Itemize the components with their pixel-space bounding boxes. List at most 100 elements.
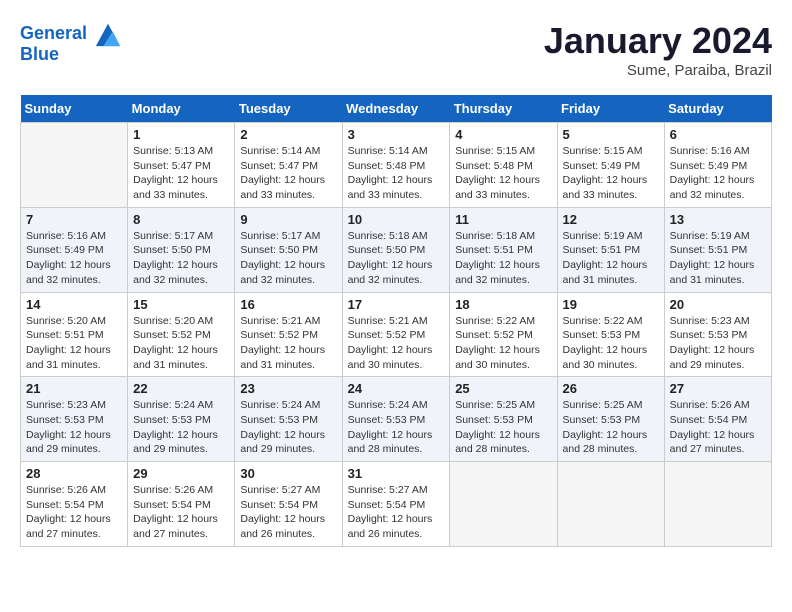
calendar-cell: 19Sunrise: 5:22 AMSunset: 5:53 PMDayligh… — [557, 292, 664, 377]
page-header: General Blue January 2024 Sume, Paraiba,… — [20, 20, 772, 79]
calendar-cell: 17Sunrise: 5:21 AMSunset: 5:52 PMDayligh… — [342, 292, 450, 377]
header-saturday: Saturday — [664, 95, 771, 123]
day-info: Sunrise: 5:21 AMSunset: 5:52 PMDaylight:… — [348, 314, 445, 373]
calendar-cell: 24Sunrise: 5:24 AMSunset: 5:53 PMDayligh… — [342, 377, 450, 462]
day-number: 11 — [455, 212, 551, 227]
calendar-cell — [664, 462, 771, 547]
calendar-cell: 26 Sunrise: 5:25 AMSunset: 5:53 PMDayligh… — [557, 377, 664, 462]
calendar-cell — [557, 462, 664, 547]
day-number: 29 — [133, 466, 229, 481]
calendar-cell: 22 Sunrise: 5:24 AMSunset: 5:53 PMDayligh… — [128, 377, 235, 462]
header-friday: Friday — [557, 95, 664, 123]
day-info: Sunrise: 5:13 AMSunset: 5:47 PMDaylight:… — [133, 144, 229, 203]
calendar-week-row: 1 Sunrise: 5:13 AMSunset: 5:47 PMDaylight… — [21, 123, 772, 208]
day-info: Sunrise: 5:20 AMSunset: 5:52 PMDaylight:… — [133, 314, 229, 373]
day-number: 26 — [563, 381, 659, 396]
calendar-cell: 3 Sunrise: 5:14 AMSunset: 5:48 PMDaylight… — [342, 123, 450, 208]
day-number: 24 — [348, 381, 445, 396]
day-number: 12 — [563, 212, 659, 227]
day-info: Sunrise: 5:15 AMSunset: 5:48 PMDaylight:… — [455, 144, 551, 203]
header-thursday: Thursday — [450, 95, 557, 123]
day-number: 9 — [240, 212, 336, 227]
day-info: Sunrise: 5:24 AMSunset: 5:53 PMDaylight:… — [240, 398, 336, 457]
day-info: Sunrise: 5:17 AMSunset: 5:50 PMDaylight:… — [133, 229, 229, 288]
day-number: 7 — [26, 212, 122, 227]
day-number: 20 — [670, 297, 766, 312]
day-number: 14 — [26, 297, 122, 312]
day-info: Sunrise: 5:22 AMSunset: 5:52 PMDaylight:… — [455, 314, 551, 373]
calendar-cell: 30 Sunrise: 5:27 AMSunset: 5:54 PMDayligh… — [235, 462, 342, 547]
calendar-cell: 27 Sunrise: 5:26 AMSunset: 5:54 PMDayligh… — [664, 377, 771, 462]
calendar-cell: 2Sunrise: 5:14 AMSunset: 5:47 PMDaylight… — [235, 123, 342, 208]
calendar-cell: 8 Sunrise: 5:17 AMSunset: 5:50 PMDaylight… — [128, 207, 235, 292]
header-monday: Monday — [128, 95, 235, 123]
day-number: 15 — [133, 297, 229, 312]
day-info: Sunrise: 5:25 AMSunset: 5:53 PMDaylight:… — [455, 398, 551, 457]
day-info: Sunrise: 5:23 AMSunset: 5:53 PMDaylight:… — [26, 398, 122, 457]
calendar-week-row: 14 Sunrise: 5:20 AMSunset: 5:51 PMDayligh… — [21, 292, 772, 377]
day-number: 8 — [133, 212, 229, 227]
day-number: 21 — [26, 381, 122, 396]
calendar-cell — [450, 462, 557, 547]
day-info: Sunrise: 5:16 AMSunset: 5:49 PMDaylight:… — [26, 229, 122, 288]
calendar-cell — [21, 123, 128, 208]
month-title: January 2024 — [544, 20, 772, 62]
day-number: 31 — [348, 466, 445, 481]
location-subtitle: Sume, Paraiba, Brazil — [544, 62, 772, 79]
calendar-table: SundayMondayTuesdayWednesdayThursdayFrid… — [20, 95, 772, 547]
calendar-cell: 10Sunrise: 5:18 AMSunset: 5:50 PMDayligh… — [342, 207, 450, 292]
day-number: 22 — [133, 381, 229, 396]
day-info: Sunrise: 5:20 AMSunset: 5:51 PMDaylight:… — [26, 314, 122, 373]
day-info: Sunrise: 5:26 AMSunset: 5:54 PMDaylight:… — [670, 398, 766, 457]
calendar-cell: 20 Sunrise: 5:23 AMSunset: 5:53 PMDayligh… — [664, 292, 771, 377]
calendar-cell: 14 Sunrise: 5:20 AMSunset: 5:51 PMDayligh… — [21, 292, 128, 377]
calendar-cell: 13Sunrise: 5:19 AMSunset: 5:51 PMDayligh… — [664, 207, 771, 292]
day-info: Sunrise: 5:27 AMSunset: 5:54 PMDaylight:… — [240, 483, 336, 542]
calendar-cell: 6 Sunrise: 5:16 AMSunset: 5:49 PMDaylight… — [664, 123, 771, 208]
day-info: Sunrise: 5:19 AMSunset: 5:51 PMDaylight:… — [563, 229, 659, 288]
calendar-cell: 12 Sunrise: 5:19 AMSunset: 5:51 PMDayligh… — [557, 207, 664, 292]
day-info: Sunrise: 5:25 AMSunset: 5:53 PMDaylight:… — [563, 398, 659, 457]
calendar-week-row: 21 Sunrise: 5:23 AMSunset: 5:53 PMDayligh… — [21, 377, 772, 462]
calendar-cell: 16Sunrise: 5:21 AMSunset: 5:52 PMDayligh… — [235, 292, 342, 377]
calendar-cell: 9 Sunrise: 5:17 AMSunset: 5:50 PMDaylight… — [235, 207, 342, 292]
day-number: 5 — [563, 127, 659, 142]
day-number: 18 — [455, 297, 551, 312]
day-number: 19 — [563, 297, 659, 312]
day-info: Sunrise: 5:19 AMSunset: 5:51 PMDaylight:… — [670, 229, 766, 288]
calendar-cell: 15 Sunrise: 5:20 AMSunset: 5:52 PMDayligh… — [128, 292, 235, 377]
day-info: Sunrise: 5:24 AMSunset: 5:53 PMDaylight:… — [133, 398, 229, 457]
calendar-cell: 28Sunrise: 5:26 AMSunset: 5:54 PMDayligh… — [21, 462, 128, 547]
day-info: Sunrise: 5:14 AMSunset: 5:47 PMDaylight:… — [240, 144, 336, 203]
calendar-cell: 31 Sunrise: 5:27 AMSunset: 5:54 PMDayligh… — [342, 462, 450, 547]
calendar-cell: 11 Sunrise: 5:18 AMSunset: 5:51 PMDayligh… — [450, 207, 557, 292]
day-number: 3 — [348, 127, 445, 142]
calendar-cell: 21 Sunrise: 5:23 AMSunset: 5:53 PMDayligh… — [21, 377, 128, 462]
day-number: 30 — [240, 466, 336, 481]
day-number: 28 — [26, 466, 122, 481]
calendar-cell: 18 Sunrise: 5:22 AMSunset: 5:52 PMDayligh… — [450, 292, 557, 377]
day-info: Sunrise: 5:18 AMSunset: 5:51 PMDaylight:… — [455, 229, 551, 288]
calendar-week-row: 7 Sunrise: 5:16 AMSunset: 5:49 PMDaylight… — [21, 207, 772, 292]
logo: General Blue — [20, 20, 122, 65]
day-number: 25 — [455, 381, 551, 396]
calendar-cell: 1 Sunrise: 5:13 AMSunset: 5:47 PMDaylight… — [128, 123, 235, 208]
header-sunday: Sunday — [21, 95, 128, 123]
day-number: 4 — [455, 127, 551, 142]
calendar-header-row: SundayMondayTuesdayWednesdayThursdayFrid… — [21, 95, 772, 123]
calendar-week-row: 28 Sunrise: 5:26 AMSunset: 5:54 PMDayligh… — [21, 462, 772, 547]
day-info: Sunrise: 5:27 AMSunset: 5:54 PMDaylight:… — [348, 483, 445, 542]
calendar-cell: 25 Sunrise: 5:25 AMSunset: 5:53 PMDayligh… — [450, 377, 557, 462]
header-wednesday: Wednesday — [342, 95, 450, 123]
day-info: Sunrise: 5:14 AMSunset: 5:48 PMDaylight:… — [348, 144, 445, 203]
day-info: Sunrise: 5:26 AMSunset: 5:54 PMDaylight:… — [133, 483, 229, 542]
day-info: Sunrise: 5:23 AMSunset: 5:53 PMDaylight:… — [670, 314, 766, 373]
day-number: 6 — [670, 127, 766, 142]
day-number: 1 — [133, 127, 229, 142]
day-info: Sunrise: 5:16 AMSunset: 5:49 PMDaylight:… — [670, 144, 766, 203]
calendar-cell: 4 Sunrise: 5:15 AMSunset: 5:48 PMDaylight… — [450, 123, 557, 208]
calendar-cell: 7 Sunrise: 5:16 AMSunset: 5:49 PMDaylight… — [21, 207, 128, 292]
day-info: Sunrise: 5:21 AMSunset: 5:52 PMDaylight:… — [240, 314, 336, 373]
day-info: Sunrise: 5:17 AMSunset: 5:50 PMDaylight:… — [240, 229, 336, 288]
day-number: 27 — [670, 381, 766, 396]
